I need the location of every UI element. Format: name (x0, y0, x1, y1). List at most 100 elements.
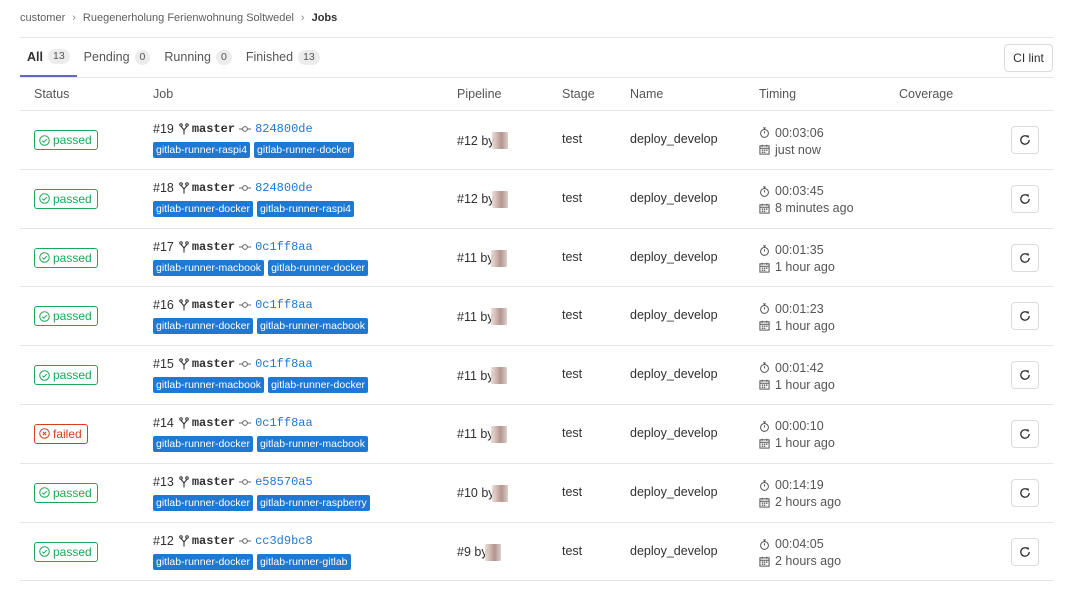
branch-icon (179, 358, 189, 370)
breadcrumb-project[interactable]: Ruegenerholung Ferienwohnung Soltwedel (83, 12, 294, 24)
stage-label: test (562, 543, 583, 558)
tab-running[interactable]: Running 0 (157, 38, 238, 76)
status-badge-passed[interactable]: passed (34, 541, 98, 562)
pipeline-link[interactable]: #9 by (457, 545, 488, 559)
avatar[interactable] (491, 132, 508, 149)
tab-all[interactable]: All 13 (20, 38, 77, 77)
branch-link[interactable]: master (192, 416, 235, 430)
job-id-link[interactable]: #19 (153, 122, 174, 136)
commit-sha-link[interactable]: 0c1ff8aa (255, 240, 313, 254)
retry-button[interactable] (1011, 478, 1039, 507)
column-header-stage: Stage (562, 87, 595, 101)
avatar[interactable] (484, 543, 501, 561)
job-id-link[interactable]: #16 (153, 298, 174, 312)
branch-link[interactable]: master (192, 181, 235, 195)
branch-link[interactable]: master (192, 122, 235, 136)
ci-lint-button[interactable]: CI lint (1004, 44, 1053, 72)
pipeline-link[interactable]: #11 by (457, 251, 494, 265)
status-badge-passed[interactable]: passed (34, 482, 98, 503)
tab-pending-count: 0 (134, 49, 151, 65)
pipeline-link[interactable]: #11 by (457, 310, 494, 324)
avatar[interactable] (491, 190, 508, 208)
job-cell: #15 master 0c1ff8aa gitlab-runner-macboo… (153, 356, 372, 394)
commit-icon (239, 537, 252, 544)
breadcrumb-customer[interactable]: customer (20, 12, 65, 24)
scope-tabs: All 13 Pending 0 Running 0 Finished 13 (20, 38, 327, 78)
commit-sha-link[interactable]: 0c1ff8aa (255, 416, 313, 430)
job-name: deploy_develop (630, 484, 718, 499)
status-badge-passed[interactable]: passed (34, 130, 98, 150)
tab-pending[interactable]: Pending 0 (77, 38, 158, 76)
timer-icon (760, 245, 769, 256)
branch-link[interactable]: master (192, 357, 235, 371)
job-name: deploy_develop (630, 543, 718, 558)
branch-link[interactable]: master (192, 240, 235, 254)
avatar[interactable] (490, 367, 507, 385)
timing-cell: 00:01:23 1 hour ago (759, 300, 835, 334)
retry-button[interactable] (1011, 537, 1039, 566)
avatar[interactable] (491, 484, 508, 502)
column-header-status: Status (34, 87, 70, 101)
commit-sha-link[interactable]: cc3d9bc8 (255, 534, 313, 548)
job-id-link[interactable]: #13 (153, 475, 174, 489)
job-id-link[interactable]: #18 (153, 181, 174, 195)
pipeline-link[interactable]: #12 by (457, 192, 495, 206)
retry-button[interactable] (1011, 243, 1039, 272)
check-circle-icon (39, 311, 50, 322)
branch-icon (179, 475, 189, 488)
job-name: deploy_develop (630, 425, 718, 440)
avatar[interactable] (490, 308, 507, 326)
commit-sha-link[interactable]: 0c1ff8aa (255, 357, 313, 371)
breadcrumb: customer › Ruegenerholung Ferienwohnung … (20, 11, 337, 25)
timing-cell: 00:14:19 2 hours ago (759, 477, 841, 511)
runner-tag: gitlab-runner-docker (153, 318, 253, 335)
runner-tags: gitlab-runner-docker gitlab-runner-raspb… (153, 494, 374, 511)
runner-tag: gitlab-runner-macbook (256, 318, 369, 335)
pipeline-link[interactable]: #11 by (457, 427, 494, 441)
retry-button[interactable] (1011, 126, 1039, 154)
job-id-link[interactable]: #14 (153, 416, 174, 430)
status-badge-failed[interactable]: failed (34, 423, 88, 444)
status-badge-passed[interactable]: passed (34, 365, 98, 386)
job-cell: #16 master 0c1ff8aa gitlab-runner-docker… (153, 297, 372, 335)
timing-cell: 00:01:35 1 hour ago (759, 242, 835, 276)
tab-finished[interactable]: Finished 13 (239, 38, 327, 76)
status-badge-passed[interactable]: passed (34, 247, 98, 268)
retry-button[interactable] (1011, 419, 1039, 448)
pipeline-link[interactable]: #10 by (457, 486, 495, 500)
commit-sha-link[interactable]: e58570a5 (255, 475, 313, 489)
calendar-icon (759, 321, 770, 331)
avatar[interactable] (490, 249, 507, 267)
pipeline-link[interactable]: #12 by (457, 134, 495, 148)
breadcrumb-separator: › (72, 12, 76, 24)
branch-link[interactable]: master (192, 534, 235, 548)
status-badge-passed[interactable]: passed (34, 306, 98, 327)
job-name: deploy_develop (630, 367, 718, 382)
retry-button[interactable] (1011, 361, 1039, 390)
branch-link[interactable]: master (192, 298, 235, 312)
retry-button[interactable] (1011, 184, 1039, 213)
commit-icon (239, 478, 252, 485)
stage-label: test (562, 484, 583, 499)
table-row: passed #12 master cc3d9bc8 gitlab-runner… (20, 523, 1053, 582)
commit-sha-link[interactable]: 824800de (255, 181, 313, 195)
breadcrumb-current: Jobs (311, 12, 338, 24)
branch-link[interactable]: master (192, 475, 235, 489)
job-id-link[interactable]: #15 (153, 357, 174, 371)
pipeline-link[interactable]: #11 by (457, 369, 494, 383)
job-id-link[interactable]: #17 (153, 240, 174, 254)
commit-sha-link[interactable]: 0c1ff8aa (255, 298, 313, 312)
job-id-link[interactable]: #12 (153, 534, 174, 548)
job-cell: #19 master 824800de gitlab-runner-raspi4… (153, 121, 358, 158)
status-badge-passed[interactable]: passed (34, 188, 98, 209)
duration: 00:01:42 (775, 360, 824, 375)
table-row: passed #19 master 824800de gitlab-runner… (20, 111, 1053, 170)
runner-tag: gitlab-runner-macbook (256, 435, 369, 452)
commit-sha-link[interactable]: 824800de (255, 122, 313, 136)
status-label: passed (53, 133, 92, 147)
tab-pending-label: Pending (83, 50, 130, 64)
runner-tag: gitlab-runner-macbook (153, 259, 265, 276)
avatar[interactable] (490, 425, 507, 443)
column-header-timing: Timing (759, 87, 797, 101)
retry-button[interactable] (1011, 302, 1039, 331)
